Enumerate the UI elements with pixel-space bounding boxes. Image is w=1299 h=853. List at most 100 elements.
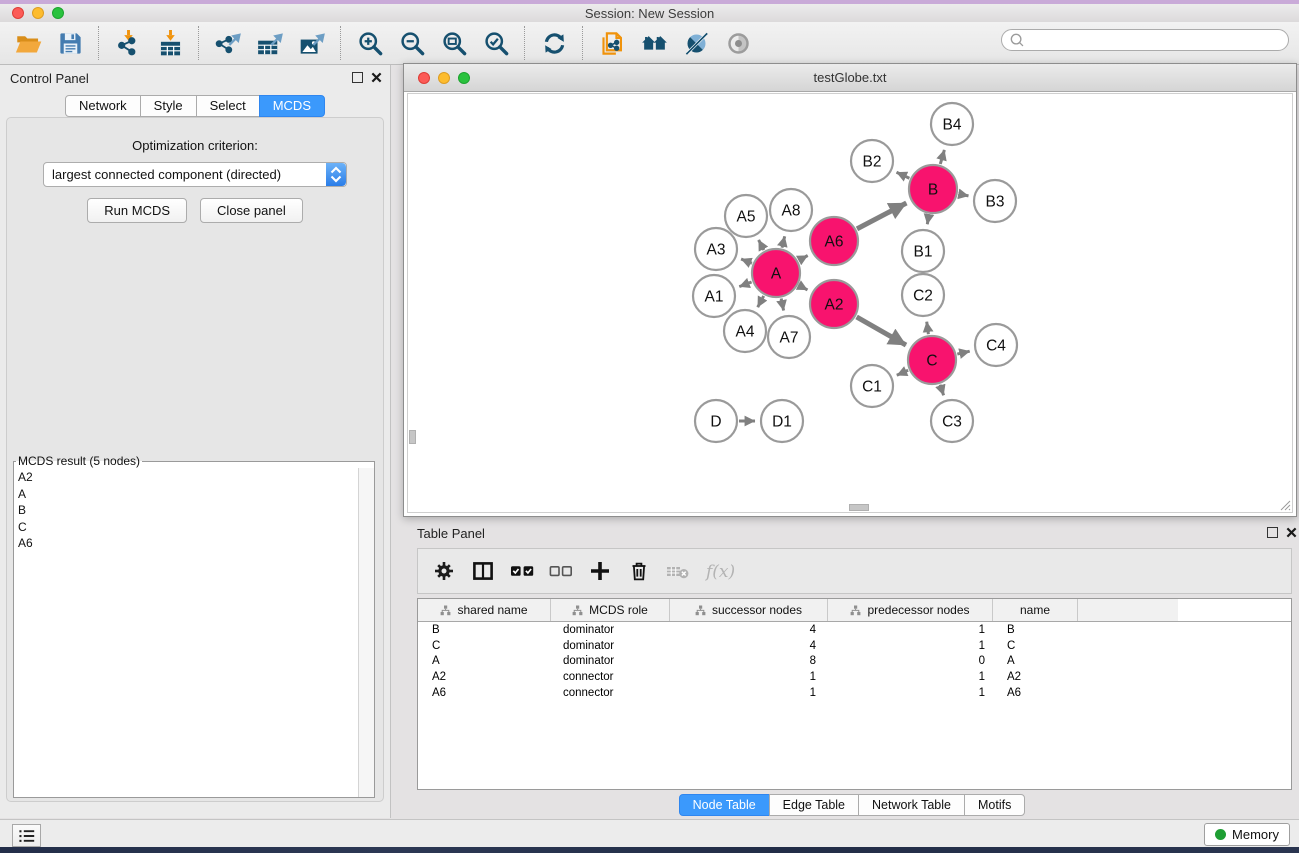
graph-node-C4[interactable]: C4	[975, 324, 1017, 366]
float-panel-icon[interactable]	[352, 72, 363, 83]
table-row-A[interactable]: Adominator80A	[418, 653, 1291, 669]
graph-node-A5[interactable]: A5	[725, 195, 767, 237]
svg-text:A5: A5	[737, 209, 756, 226]
network-canvas[interactable]: A A6 A2 B C A5 A8 A3 A1A4A7 B2 B4 B3 B1C2 C4 C1 C3 D D1	[407, 93, 1293, 513]
graph-node-B2[interactable]: B2	[851, 140, 893, 182]
memory-button[interactable]: Memory	[1204, 823, 1290, 846]
table-tab-network-table[interactable]: Network Table	[858, 794, 965, 816]
graph-node-A3[interactable]: A3	[695, 228, 737, 270]
mcds-panel-body: Optimization criterion: largest connecte…	[6, 117, 384, 802]
mcds-result-item[interactable]: A2	[18, 469, 359, 486]
function-fx-icon: f(x)	[705, 556, 739, 586]
column-header-predecessor-nodes[interactable]: predecessor nodes	[828, 599, 993, 621]
graph-node-A[interactable]: A	[752, 249, 800, 297]
table-row-C[interactable]: Cdominator41C	[418, 638, 1291, 654]
toggle-graphics-details-icon[interactable]	[680, 27, 712, 59]
graph-edge-A-A4	[758, 296, 764, 307]
graph-node-A1[interactable]: A1	[693, 275, 735, 317]
optimization-criterion-dropdown[interactable]: largest connected component (directed)	[43, 162, 347, 187]
result-list-scrollbar[interactable]	[358, 468, 374, 797]
export-image-icon[interactable]	[296, 27, 328, 59]
graph-node-B1[interactable]: B1	[902, 230, 944, 272]
graph-node-C[interactable]: C	[908, 336, 956, 384]
table-cell: B	[993, 622, 1078, 638]
graph-node-A4[interactable]: A4	[724, 310, 766, 352]
close-table-panel-icon[interactable]	[1286, 527, 1297, 538]
mcds-result-item[interactable]: A	[18, 486, 359, 503]
close-panel-button[interactable]: Close panel	[200, 198, 303, 223]
network-hscroll-thumb[interactable]	[849, 504, 869, 511]
search-box[interactable]	[1001, 29, 1289, 51]
mcds-result-item[interactable]: A6	[18, 535, 359, 552]
run-mcds-button[interactable]: Run MCDS	[87, 198, 187, 223]
table-cell: A	[993, 653, 1078, 669]
search-input[interactable]	[1026, 32, 1288, 48]
svg-text:B3: B3	[986, 194, 1005, 211]
task-history-button[interactable]	[12, 824, 41, 847]
graph-node-D[interactable]: D	[695, 400, 737, 442]
home-overview-icon[interactable]	[638, 27, 670, 59]
table-tab-edge-table[interactable]: Edge Table	[769, 794, 859, 816]
column-panes-icon[interactable]	[471, 556, 495, 586]
graph-node-C2[interactable]: C2	[902, 274, 944, 316]
table-row-B[interactable]: Bdominator41B	[418, 622, 1291, 638]
network-vscroll-thumb[interactable]	[409, 430, 416, 444]
graph-edge-A-A5	[759, 240, 764, 250]
svg-text:D1: D1	[772, 414, 792, 431]
column-header-shared-name[interactable]: shared name	[418, 599, 551, 621]
add-column-icon[interactable]	[588, 556, 612, 586]
delete-column-icon[interactable]	[627, 556, 651, 586]
table-cell: A2	[993, 669, 1078, 685]
table-row-A2[interactable]: A2connector11A2	[418, 669, 1291, 685]
graph-node-B[interactable]: B	[909, 165, 957, 213]
control-tab-mcds[interactable]: MCDS	[259, 95, 325, 117]
zoom-fit-icon[interactable]	[438, 27, 470, 59]
window-resize-grip[interactable]	[1279, 499, 1291, 511]
mcds-result-item[interactable]: B	[18, 502, 359, 519]
network-window-titlebar[interactable]: testGlobe.txt	[404, 64, 1296, 92]
table-header-row: shared name MCDS role successor nodes pr…	[418, 599, 1291, 622]
network-view-window: testGlobe.txt A A6 A2 B C A5 A8 A3 A1A4A7 B2 B4 B3 B…	[403, 63, 1297, 517]
show-view-icon[interactable]	[722, 27, 754, 59]
unselect-all-icon[interactable]	[549, 556, 573, 586]
column-header-name[interactable]: name	[993, 599, 1078, 621]
export-network-icon[interactable]	[212, 27, 244, 59]
new-network-document-icon[interactable]	[596, 27, 628, 59]
graph-node-B4[interactable]: B4	[931, 103, 973, 145]
import-network-icon[interactable]	[112, 27, 144, 59]
graph-node-D1[interactable]: D1	[761, 400, 803, 442]
mcds-result-item[interactable]: C	[18, 519, 359, 536]
gear-icon[interactable]	[432, 556, 456, 586]
graph-node-A6[interactable]: A6	[810, 217, 858, 265]
column-header-successor-nodes[interactable]: successor nodes	[670, 599, 828, 621]
table-row-A6[interactable]: A6connector11A6	[418, 685, 1291, 701]
table-cell: 1	[670, 685, 828, 701]
control-tab-network[interactable]: Network	[65, 95, 141, 117]
table-tab-node-table[interactable]: Node Table	[679, 794, 770, 816]
refresh-icon[interactable]	[538, 27, 570, 59]
graph-node-A2[interactable]: A2	[810, 280, 858, 328]
graph-node-C3[interactable]: C3	[931, 400, 973, 442]
zoom-out-icon[interactable]	[396, 27, 428, 59]
graph-edge-C-C2	[927, 322, 929, 335]
control-tab-style[interactable]: Style	[140, 95, 197, 117]
graph-node-C1[interactable]: C1	[851, 365, 893, 407]
control-tab-select[interactable]: Select	[196, 95, 260, 117]
zoom-in-icon[interactable]	[354, 27, 386, 59]
open-session-icon[interactable]	[12, 27, 44, 59]
select-all-checked-icon[interactable]	[510, 556, 534, 586]
export-table-icon[interactable]	[254, 27, 286, 59]
column-header-MCDS-role[interactable]: MCDS role	[551, 599, 670, 621]
close-panel-icon[interactable]	[371, 72, 382, 83]
list-icon	[18, 828, 36, 844]
desktop-bottom-strip	[0, 847, 1299, 853]
graph-node-B3[interactable]: B3	[974, 180, 1016, 222]
save-session-icon[interactable]	[54, 27, 86, 59]
graph-node-A8[interactable]: A8	[770, 189, 812, 231]
import-table-icon[interactable]	[154, 27, 186, 59]
float-table-panel-icon[interactable]	[1267, 527, 1278, 538]
zoom-selected-icon[interactable]	[480, 27, 512, 59]
svg-text:A: A	[771, 266, 782, 283]
graph-node-A7[interactable]: A7	[768, 316, 810, 358]
table-tab-motifs[interactable]: Motifs	[964, 794, 1025, 816]
